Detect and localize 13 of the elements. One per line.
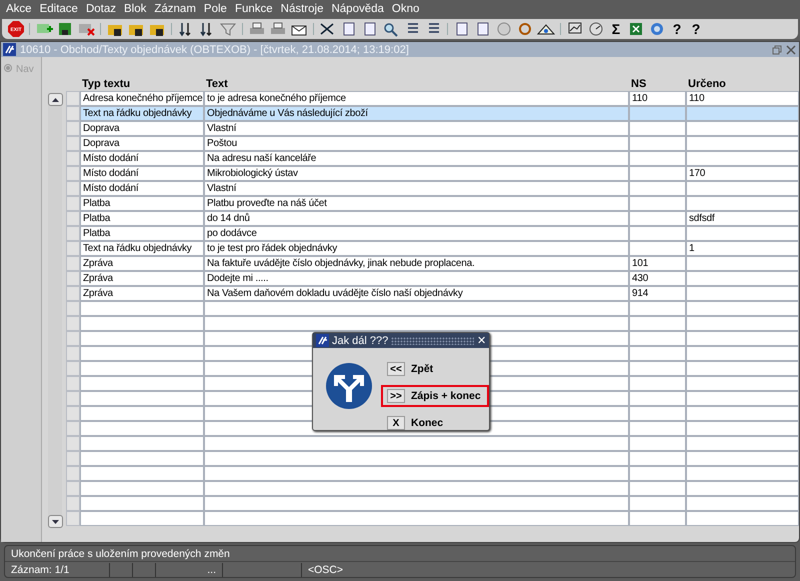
option-label: Zpět — [411, 363, 434, 375]
column-header: NS — [630, 78, 648, 90]
status-message: Ukončení práce s uložením provedených změn — [10, 548, 230, 560]
option-label: Konec — [411, 417, 444, 429]
column-header: Typ textu — [81, 78, 132, 90]
window-title: 10610 - Obchod/Texty objednávek (OBTEXOB) - [čtvrtek, 21.08.2014; 13:19:02] — [20, 44, 410, 56]
option-label: Zápis + konec — [411, 390, 481, 402]
column-header: Text — [205, 78, 229, 90]
dialog-title: Jak dál ??? — [332, 334, 388, 346]
record-counter: Záznam: 1/1 — [5, 562, 110, 576]
column-header: Určeno — [687, 78, 727, 90]
mode-indicator: <OSC> — [307, 562, 344, 576]
status-field: ... — [156, 562, 223, 576]
